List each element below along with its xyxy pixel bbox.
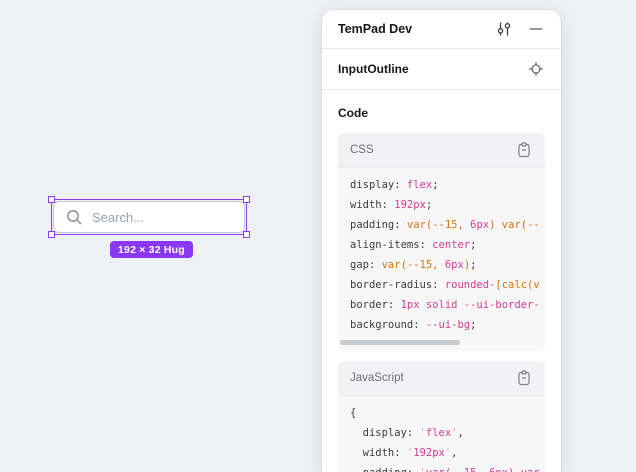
css-block-label: CSS [350,144,503,156]
panel-header: TemPad Dev [322,10,561,49]
panel-title: TemPad Dev [338,22,483,36]
selected-node-name: InputOutline [338,62,515,76]
javascript-block-label: JavaScript [350,372,503,384]
javascript-block-header: JavaScript [338,361,545,396]
selection-handle-bottom-right[interactable] [243,231,250,238]
sliders-icon[interactable] [493,18,515,40]
selection-handle-top-right[interactable] [243,196,250,203]
javascript-code-block: JavaScript { display: 'flex', width: '19… [338,361,545,472]
horizontal-scrollbar[interactable] [340,340,543,345]
code-section-title: Code [338,106,545,120]
selection-handle-bottom-left[interactable] [48,231,55,238]
code-section: Code CSS display: flex;width: 192px;padd… [322,90,561,472]
target-icon[interactable] [525,58,547,80]
css-block-header: CSS [338,133,545,168]
copy-icon[interactable] [513,139,535,161]
figma-canvas: { "canvas": { "search_input": { "placeho… [0,0,636,472]
css-code-block: CSS display: flex;width: 192px;padding: … [338,133,545,351]
tempad-dev-panel: TemPad Dev InputOutline [322,10,561,472]
minimize-icon[interactable] [525,18,547,40]
search-icon [66,209,83,226]
search-input[interactable]: Search... [53,201,245,233]
copy-icon[interactable] [513,367,535,389]
javascript-code: { display: 'flex', width: '192px', paddi… [338,396,545,472]
css-code: display: flex;width: 192px;padding: var(… [338,168,545,337]
selected-node-row: InputOutline [322,49,561,90]
search-placeholder: Search... [92,210,144,225]
scrollbar-thumb[interactable] [340,340,460,345]
dimensions-badge: 192 × 32 Hug [110,241,193,258]
